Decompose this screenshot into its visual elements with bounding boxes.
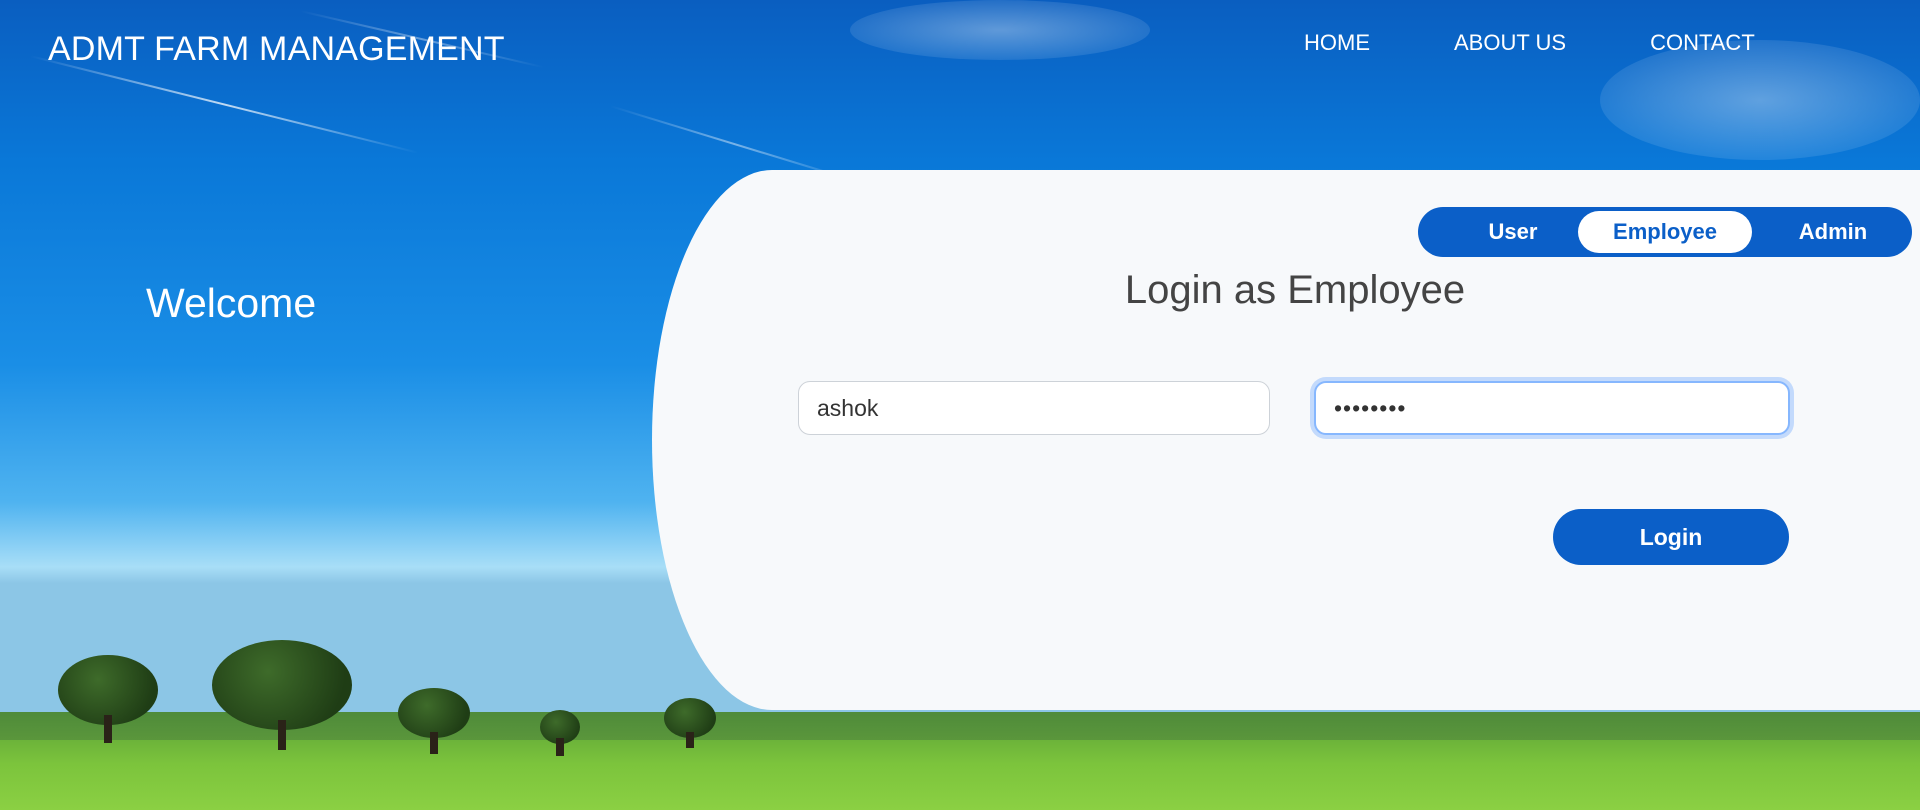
top-nav: HOME ABOUT US CONTACT (1304, 30, 1839, 56)
role-tab-admin[interactable]: Admin (1768, 211, 1898, 253)
role-switch: User Employee Admin (1418, 207, 1912, 257)
role-tab-user[interactable]: User (1448, 211, 1578, 253)
page-root: ADMT FARM MANAGEMENT HOME ABOUT US CONTA… (0, 0, 1920, 810)
sky-streak (29, 55, 419, 154)
login-title: Login as Employee (1124, 268, 1466, 312)
nav-contact-link[interactable]: CONTACT (1650, 30, 1755, 56)
welcome-heading: Welcome (146, 280, 317, 326)
nav-home-link[interactable]: HOME (1304, 30, 1370, 56)
grass-field (0, 740, 1920, 810)
sky-cloud (1600, 40, 1920, 160)
role-tab-employee[interactable]: Employee (1578, 211, 1752, 253)
username-input[interactable] (798, 381, 1270, 435)
brand-title[interactable]: ADMT FARM MANAGEMENT (48, 30, 505, 69)
login-button[interactable]: Login (1553, 509, 1789, 565)
nav-about-link[interactable]: ABOUT US (1454, 30, 1566, 56)
sky-cloud (850, 0, 1150, 60)
password-input[interactable] (1314, 381, 1790, 435)
